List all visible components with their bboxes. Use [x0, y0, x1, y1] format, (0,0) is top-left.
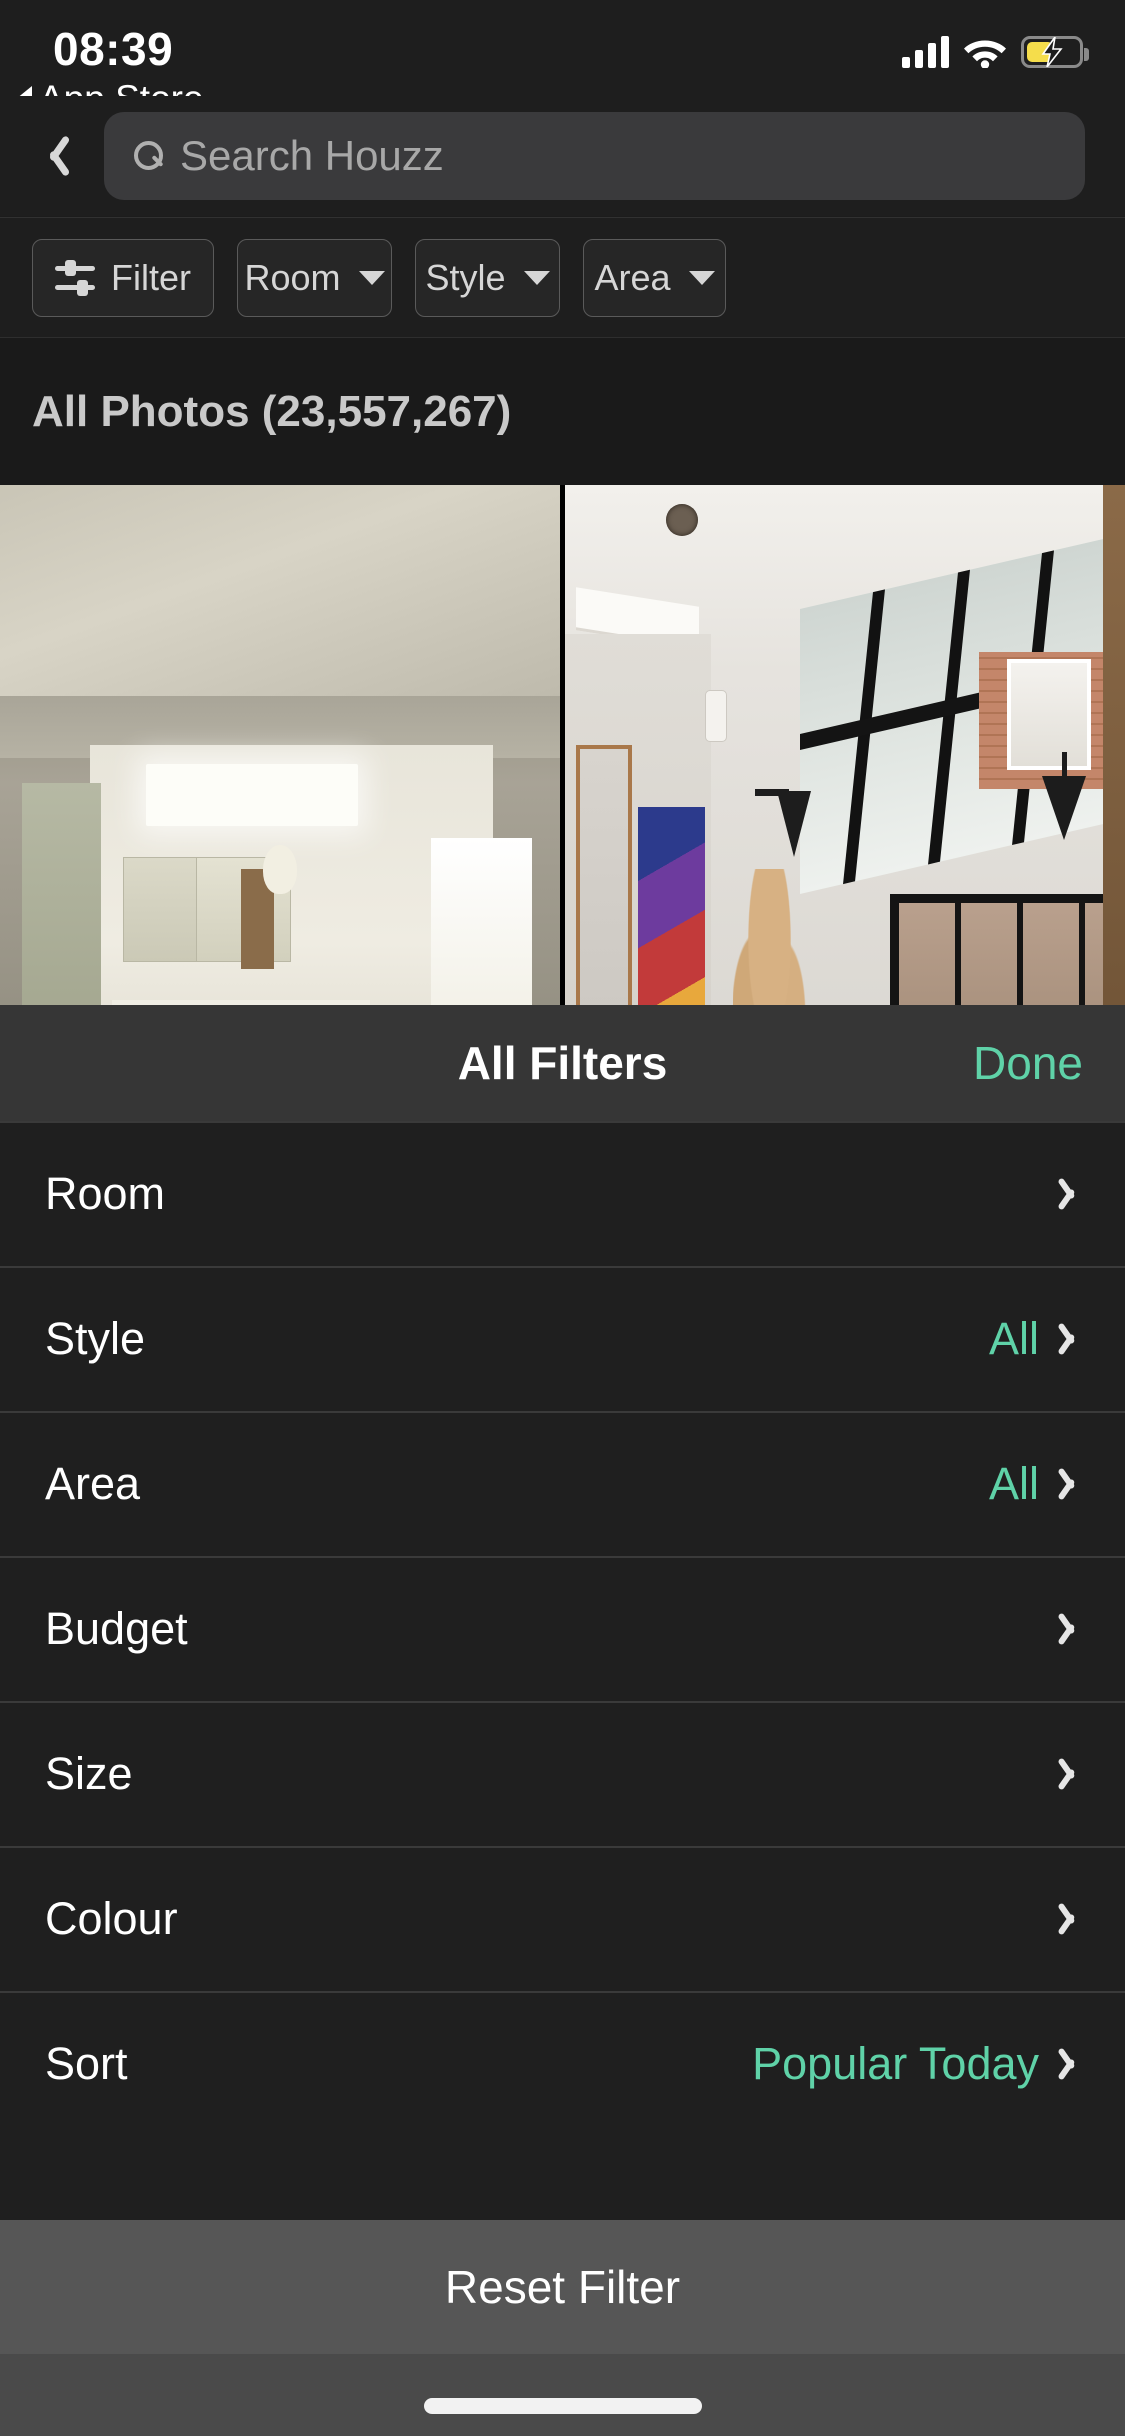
chip-filter-label: Filter [111, 256, 191, 298]
chevron-right-icon [1061, 1755, 1083, 1793]
page-title: All Photos (23,557,267) [32, 386, 512, 436]
row-divider [0, 1556, 1125, 1558]
navigation-bar: Search Houzz [0, 96, 1125, 216]
row-divider [0, 1121, 1125, 1123]
chip-area[interactable]: Area [583, 238, 726, 317]
filter-row-label: Room [45, 1167, 166, 1219]
home-indicator-area [0, 2354, 1125, 2436]
chevron-right-icon [1061, 1610, 1083, 1648]
search-input[interactable]: Search Houzz [104, 112, 1085, 200]
sheet-header: All Filters Done [0, 1005, 1125, 1121]
all-photos-header: All Photos (23,557,267) [0, 337, 1125, 485]
filter-row-label: Style [45, 1312, 146, 1364]
filter-row-value: Popular Today [752, 2037, 1039, 2089]
row-divider [0, 1846, 1125, 1848]
filter-row-label: Colour [45, 1892, 178, 1944]
row-divider [0, 1991, 1125, 1993]
filter-row-size[interactable]: Size [0, 1701, 1125, 1846]
filter-row-style[interactable]: Style All [0, 1266, 1125, 1411]
chevron-down-icon [523, 270, 550, 285]
chevron-right-icon [1061, 1175, 1083, 1213]
filter-row-label: Size [45, 1747, 133, 1799]
all-filters-sheet: All Filters Done Room Style All Area All [0, 1005, 1125, 2436]
search-icon [134, 141, 164, 171]
search-placeholder: Search Houzz [180, 132, 444, 179]
chevron-down-icon [358, 270, 385, 285]
filter-row-label: Area [45, 1457, 141, 1509]
chevron-down-icon [688, 270, 715, 285]
chip-filter[interactable]: Filter [32, 238, 214, 317]
back-button[interactable] [0, 96, 104, 216]
row-divider [0, 1701, 1125, 1703]
filter-row-label: Sort [45, 2037, 128, 2089]
filter-chip-bar: Filter Room Style Area [0, 217, 1125, 337]
home-indicator[interactable] [423, 2398, 702, 2414]
chevron-right-icon [1061, 2045, 1083, 2083]
chip-area-label: Area [594, 256, 671, 298]
signal-bars-icon [902, 34, 949, 68]
filter-row-room[interactable]: Room [0, 1121, 1125, 1266]
status-bar: 08:39 App Store [0, 0, 1125, 119]
filter-row-list: Room Style All Area All Budget Size Colo… [0, 1121, 1125, 2136]
filter-row-label: Budget [45, 1602, 188, 1654]
filter-row-area[interactable]: Area All [0, 1411, 1125, 1556]
chip-style[interactable]: Style [415, 238, 560, 317]
sliders-icon [55, 259, 95, 296]
filter-row-colour[interactable]: Colour [0, 1846, 1125, 1991]
filter-row-budget[interactable]: Budget [0, 1556, 1125, 1701]
chip-room-label: Room [244, 256, 341, 298]
wifi-icon [963, 34, 1007, 69]
chevron-right-icon [1061, 1465, 1083, 1503]
done-button[interactable]: Done [973, 1036, 1083, 1090]
chip-style-label: Style [425, 256, 506, 298]
filter-row-value: All [988, 1312, 1039, 1364]
chevron-right-icon [1061, 1900, 1083, 1938]
status-bar-indicators [902, 26, 1089, 69]
filter-row-value: All [988, 1457, 1039, 1509]
chevron-right-icon [1061, 1320, 1083, 1358]
filter-row-sort[interactable]: Sort Popular Today [0, 1991, 1125, 2136]
reset-filter-button[interactable]: Reset Filter [0, 2220, 1125, 2354]
status-bar-clock: 08:39 [53, 23, 174, 75]
row-divider [0, 1411, 1125, 1413]
app-screen: 08:39 App Store [0, 0, 1125, 2436]
battery-charging-icon [1021, 36, 1089, 68]
row-divider [0, 1266, 1125, 1268]
chevron-left-icon [39, 132, 65, 180]
reset-filter-label: Reset Filter [444, 2261, 681, 2313]
sheet-title: All Filters [457, 1037, 668, 1089]
chip-room[interactable]: Room [237, 238, 392, 317]
